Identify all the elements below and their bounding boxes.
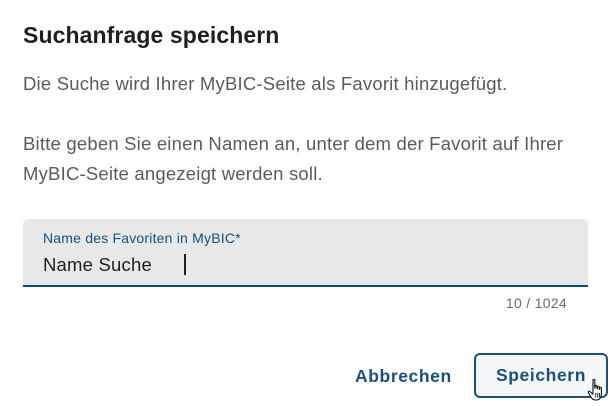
dialog-instruction-text: Bitte geben Sie einen Namen an, unter de… bbox=[23, 133, 564, 184]
cancel-button[interactable]: Abbrechen bbox=[343, 354, 464, 398]
favorite-name-input[interactable] bbox=[43, 252, 563, 278]
dialog-intro-text: Die Suche wird Ihrer MyBIC-Seite als Fav… bbox=[23, 73, 508, 94]
dialog-title: Suchanfrage speichern bbox=[23, 22, 280, 48]
favorite-name-label: Name des Favoriten in MyBIC* bbox=[43, 230, 241, 246]
character-counter: 10 / 1024 bbox=[505, 295, 567, 311]
hand-pointer-cursor-icon bbox=[587, 378, 602, 401]
text-caret bbox=[184, 254, 186, 275]
save-search-dialog: Suchanfrage speichern Die Suche wird Ihr… bbox=[0, 0, 614, 406]
favorite-name-field[interactable]: Name des Favoriten in MyBIC* bbox=[23, 219, 588, 287]
